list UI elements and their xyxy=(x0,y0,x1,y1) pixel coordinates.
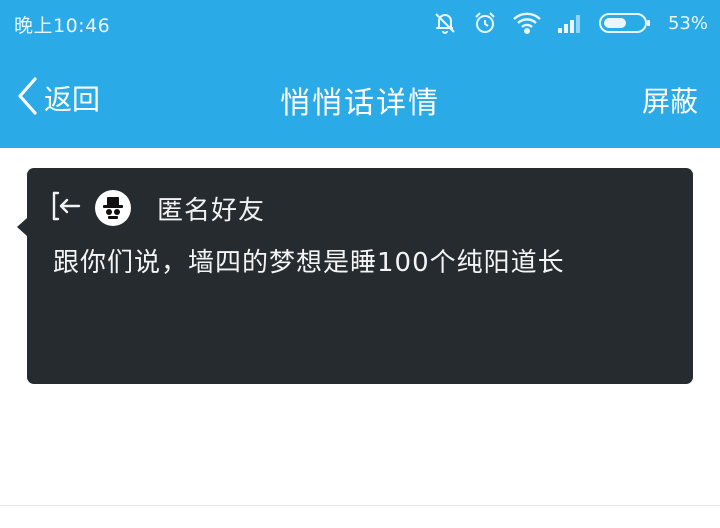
status-time: 晚上10:46 xyxy=(14,15,111,37)
alarm-icon xyxy=(472,10,498,36)
card-pointer xyxy=(17,218,27,236)
nav-bar: 返回 悄悄话详情 屏蔽 xyxy=(0,56,720,140)
message-card: 匿名好友 跟你们说，墙四的梦想是睡100个纯阳道长 xyxy=(17,168,693,384)
status-bar: 晚上10:46 53% xyxy=(0,0,720,46)
battery-icon xyxy=(598,11,652,35)
sender-name: 匿名好友 xyxy=(157,195,266,226)
exit-arrow-icon[interactable] xyxy=(49,189,83,227)
page-title: 悄悄话详情 xyxy=(280,86,440,121)
wifi-icon xyxy=(512,11,542,35)
anonymous-avatar-icon xyxy=(103,197,123,219)
block-button[interactable]: 屏蔽 xyxy=(642,80,698,120)
bell-off-icon xyxy=(432,10,458,36)
top-bar: 晚上10:46 53% 返回 悄悄话详情 屏蔽 xyxy=(0,0,720,148)
message-text: 跟你们说，墙四的梦想是睡100个纯阳道长 xyxy=(53,248,565,278)
avatar xyxy=(95,190,131,226)
divider xyxy=(0,505,720,506)
signal-icon xyxy=(556,12,584,34)
status-icons: 53% xyxy=(432,8,708,38)
battery-percent: 53% xyxy=(667,12,708,34)
card-header: 匿名好友 xyxy=(49,188,265,228)
